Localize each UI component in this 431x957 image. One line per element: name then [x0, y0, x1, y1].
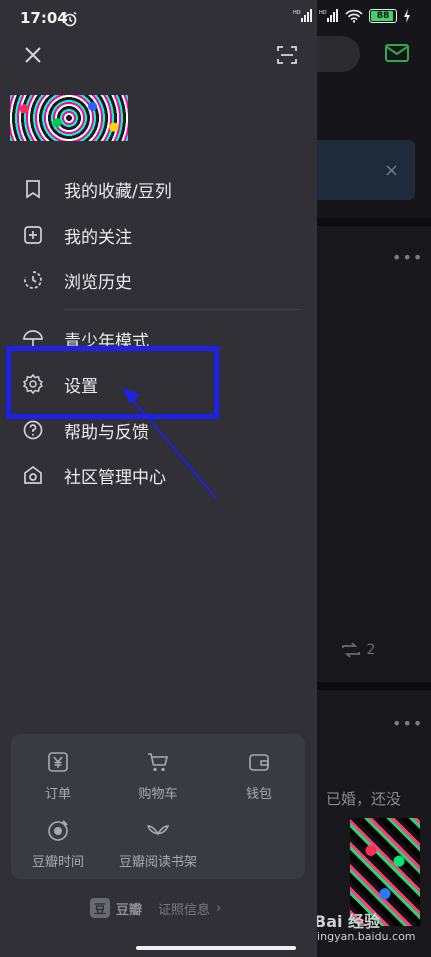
services-panel: 订单 购物车 钱包 豆瓣时间 豆瓣阅读书架: [11, 734, 305, 879]
menu-item-label: 浏览历史: [64, 272, 132, 293]
menu-item-label: 我的收藏/豆列: [64, 181, 172, 202]
battery-icon: 88: [369, 9, 397, 23]
service-douban-time[interactable]: 豆瓣时间: [13, 818, 103, 870]
service-label: 豆瓣阅读书架: [118, 855, 197, 870]
douban-time-icon: [48, 820, 68, 841]
repost-icon: [342, 642, 360, 658]
service-label: 购物车: [138, 787, 178, 802]
watermark-logo: Bai 经验: [314, 912, 381, 931]
repost-count: 2: [366, 642, 376, 658]
avatar[interactable]: [10, 95, 128, 141]
service-cart[interactable]: 购物车: [113, 750, 203, 802]
arrow-annotation: [122, 388, 217, 499]
menu-item-history[interactable]: 浏览历史: [0, 257, 317, 303]
status-icons: HD HD 88: [293, 9, 411, 23]
home-indicator[interactable]: [136, 946, 296, 950]
book-shelf-icon: [146, 825, 170, 836]
svg-text:HD: HD: [293, 10, 301, 16]
feed-card: [310, 226, 431, 682]
menu-divider: [64, 309, 300, 310]
close-icon[interactable]: [22, 44, 44, 66]
menu-item-favorites[interactable]: 我的收藏/豆列: [0, 166, 317, 212]
feed-separator: [310, 218, 431, 226]
more-icon: •••: [392, 248, 424, 267]
history-icon: [24, 271, 42, 289]
feed-snippet: 已婚，还没: [326, 790, 402, 808]
status-bar: 17:04 HD HD 88: [0, 0, 431, 36]
repost-counter: 2: [340, 642, 375, 658]
service-order[interactable]: 订单: [13, 750, 103, 802]
alarm-icon: [63, 11, 77, 27]
menu-item-following[interactable]: 我的关注: [0, 212, 317, 258]
status-time: 17:04: [20, 9, 68, 27]
plus-square-icon: [24, 226, 42, 244]
order-yen-icon: [48, 752, 68, 772]
scan-icon[interactable]: [276, 44, 298, 66]
bookmark-icon: [26, 180, 40, 199]
chevron-right-icon: ›: [216, 900, 222, 916]
wallet-icon: [249, 754, 269, 771]
douban-brand: 豆瓣: [116, 902, 143, 918]
wifi-icon: [345, 9, 363, 23]
background-banner: [310, 140, 415, 200]
feed-separator: [310, 682, 431, 690]
service-reading-shelf[interactable]: 豆瓣阅读书架: [113, 818, 203, 870]
drawer-footer: 豆 豆瓣 证照信息 ›: [90, 898, 221, 918]
douban-logo: 豆: [90, 898, 110, 918]
svg-text:HD: HD: [319, 10, 327, 16]
help-icon: [23, 420, 43, 440]
mail-icon: [385, 44, 409, 62]
charging-icon: [404, 9, 410, 23]
house-shield-icon: [24, 465, 42, 484]
signal-icon: HD: [293, 9, 312, 22]
banner-close-icon: ×: [384, 160, 400, 181]
license-info-link[interactable]: 证照信息: [158, 899, 210, 918]
service-label: 钱包: [245, 787, 272, 802]
service-wallet[interactable]: 钱包: [214, 750, 304, 802]
cart-icon: [148, 753, 169, 772]
service-label: 订单: [44, 787, 71, 802]
service-label: 豆瓣时间: [31, 855, 84, 870]
battery-level: 88: [376, 11, 390, 21]
more-icon: •••: [392, 714, 424, 733]
signal-icon: HD: [319, 9, 338, 22]
watermark-url: jingyan.baidu.com: [314, 930, 416, 943]
menu-item-label: 我的关注: [64, 227, 132, 248]
